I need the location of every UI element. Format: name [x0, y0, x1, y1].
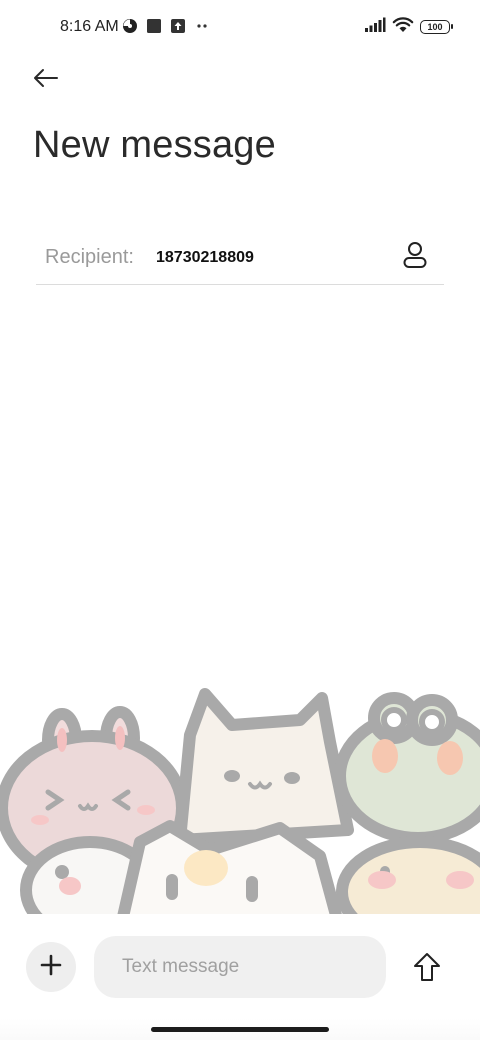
contact-picker-button[interactable] [400, 241, 430, 274]
notification-icons [122, 18, 210, 39]
recipient-label: Recipient: [45, 246, 134, 268]
signal-icon [364, 17, 386, 38]
upload-notification-icon [170, 18, 186, 39]
hotspot-icon [122, 18, 138, 39]
message-input[interactable] [94, 936, 386, 998]
send-arrow-icon [413, 952, 441, 987]
status-bar: 8:16 AM 100 [0, 0, 480, 56]
page-title: New message [33, 124, 276, 166]
status-time: 8:16 AM [60, 18, 119, 35]
recipient-value[interactable]: 18730218809 [156, 249, 254, 267]
stop-icon [146, 18, 162, 39]
back-button[interactable] [28, 62, 64, 98]
send-button[interactable] [406, 948, 448, 990]
battery-icon: 100 [420, 20, 453, 34]
wallpaper-illustration [0, 680, 480, 920]
recipient-field[interactable]: Recipient: 18730218809 [36, 230, 444, 285]
add-attachment-button[interactable] [26, 942, 76, 992]
back-arrow-icon [33, 68, 59, 93]
more-notifications-icon [194, 18, 210, 39]
system-icons: 100 [364, 16, 453, 38]
wifi-icon [392, 16, 414, 38]
plus-icon [40, 954, 62, 981]
home-indicator[interactable] [151, 1027, 329, 1032]
contact-person-icon [402, 241, 428, 274]
